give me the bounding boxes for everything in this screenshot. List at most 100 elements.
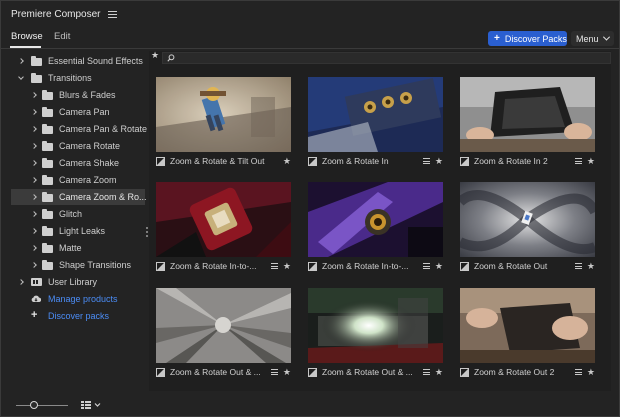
chevron-right-icon[interactable] <box>18 279 24 285</box>
favorites-filter-star-icon[interactable]: ★ <box>151 50 159 61</box>
transition-card[interactable]: Zoom & Rotate In-to-... ★ <box>156 182 291 275</box>
card-caption: Zoom & Rotate Out & ... ★ <box>308 365 443 379</box>
favorite-star-icon[interactable]: ★ <box>435 156 443 167</box>
tree-item-camera-shake[interactable]: Camera Shake <box>11 155 145 171</box>
chevron-right-icon[interactable] <box>31 262 37 268</box>
list-icon[interactable] <box>574 369 582 375</box>
menu-dropdown[interactable]: Menu <box>571 31 614 46</box>
tree-item-camera-rotate[interactable]: Camera Rotate <box>11 138 145 154</box>
folder-icon <box>42 90 53 100</box>
chevron-right-icon[interactable] <box>31 126 37 132</box>
favorite-star-icon[interactable]: ★ <box>435 261 443 272</box>
panel-splitter-handle[interactable] <box>146 227 148 237</box>
tree-item-camera-pan[interactable]: Camera Pan <box>11 104 145 120</box>
card-title: Zoom & Rotate In-to-... <box>322 261 409 271</box>
thumbnail-size-slider[interactable] <box>16 405 68 406</box>
chevron-right-icon[interactable] <box>31 245 37 251</box>
card-title: Zoom & Rotate In-to-... <box>170 261 257 271</box>
tree-item-camera-zoom[interactable]: Camera Zoom <box>11 172 145 188</box>
search-row: ★ <box>149 50 611 65</box>
transition-type-icon <box>460 367 469 377</box>
list-icon[interactable] <box>574 158 582 164</box>
list-icon[interactable] <box>422 263 430 269</box>
transition-card[interactable]: Zoom & Rotate In-to-... ★ <box>308 182 443 275</box>
slider-handle[interactable] <box>30 401 39 409</box>
tree-item-light-leaks[interactable]: Light Leaks <box>11 223 145 239</box>
tree-item-blurs-fades[interactable]: Blurs & Fades <box>11 87 145 103</box>
folder-icon <box>42 141 53 151</box>
tab-browse[interactable]: Browse <box>11 31 43 42</box>
discover-packs-button[interactable]: + Discover Packs <box>488 31 567 46</box>
folder-icon <box>42 175 53 185</box>
thumbnail-image[interactable] <box>460 77 595 152</box>
favorite-star-icon[interactable]: ★ <box>435 367 443 378</box>
chevron-right-icon[interactable] <box>31 228 37 234</box>
transition-type-icon <box>156 156 165 166</box>
transition-card[interactable]: Zoom & Rotate Out ★ <box>460 182 595 275</box>
favorite-star-icon[interactable]: ★ <box>283 367 291 378</box>
transition-type-icon <box>308 156 317 166</box>
thumbnail-image[interactable] <box>308 182 443 257</box>
tree-item-camera-pan-rotate[interactable]: Camera Pan & Rotate <box>11 121 148 137</box>
tree-item-matte[interactable]: Matte <box>11 240 145 256</box>
tree-item-glitch[interactable]: Glitch <box>11 206 145 222</box>
transition-card[interactable]: Zoom & Rotate Out 2 ★ <box>460 288 595 381</box>
list-icon[interactable] <box>574 263 582 269</box>
thumbnail-image[interactable] <box>156 182 291 257</box>
transition-card[interactable]: Zoom & Rotate In ★ <box>308 77 443 170</box>
chevron-right-icon[interactable] <box>31 194 37 200</box>
chevron-right-icon[interactable] <box>31 211 37 217</box>
tree-item-transitions[interactable]: Transitions <box>11 70 145 86</box>
tree-item-camera-zoom-rotate[interactable]: Camera Zoom & Ro... <box>11 189 147 205</box>
favorite-star-icon[interactable]: ★ <box>587 261 595 272</box>
bottom-bar <box>1 393 619 416</box>
chevron-right-icon[interactable] <box>31 160 37 166</box>
thumbnail-image[interactable] <box>308 288 443 363</box>
thumbnail-image[interactable] <box>460 288 595 363</box>
chevron-down-icon <box>602 33 610 41</box>
thumbnail-image[interactable] <box>156 77 291 152</box>
thumbnail-image[interactable] <box>460 182 595 257</box>
list-icon[interactable] <box>422 158 430 164</box>
tree-item-label: Camera Pan <box>59 107 110 117</box>
tab-edit[interactable]: Edit <box>54 31 70 42</box>
card-caption: Zoom & Rotate In-to-... ★ <box>308 259 443 273</box>
tree-item-label: Glitch <box>59 209 83 219</box>
tree-item-label: Camera Pan & Rotate <box>59 124 148 134</box>
manage-products-link[interactable]: Manage products <box>11 291 145 307</box>
chevron-right-icon[interactable] <box>31 92 37 98</box>
chevron-right-icon[interactable] <box>31 143 37 149</box>
favorite-star-icon[interactable]: ★ <box>587 156 595 167</box>
transition-card[interactable]: Zoom & Rotate Out & ... ★ <box>308 288 443 381</box>
plus-icon: + <box>494 33 500 44</box>
chevron-right-icon[interactable] <box>18 58 24 64</box>
view-options-icon[interactable] <box>81 400 101 410</box>
hamburger-menu-icon[interactable] <box>108 10 118 18</box>
thumbnail-image[interactable] <box>156 288 291 363</box>
transition-card[interactable]: Zoom & Rotate In 2 ★ <box>460 77 595 170</box>
thumbnail-image[interactable] <box>308 77 443 152</box>
tree-item-label: Matte <box>59 243 82 253</box>
folder-icon <box>42 260 53 270</box>
tree-item-label: Camera Zoom & Ro... <box>59 192 147 202</box>
list-icon[interactable] <box>270 369 278 375</box>
transition-type-icon <box>156 367 165 377</box>
tree-item-shape-transitions[interactable]: Shape Transitions <box>11 257 145 273</box>
tree-item-essential-sound-effects[interactable]: Essential Sound Effects <box>11 53 145 69</box>
transition-card[interactable]: Zoom & Rotate Out & ... ★ <box>156 288 291 381</box>
favorite-star-icon[interactable]: ★ <box>587 367 595 378</box>
chevron-right-icon[interactable] <box>31 109 37 115</box>
search-input[interactable] <box>162 52 611 64</box>
transition-card[interactable]: Zoom & Rotate & Tilt Out ★ <box>156 77 291 170</box>
favorite-star-icon[interactable]: ★ <box>283 261 291 272</box>
tree-item-user-library[interactable]: User Library <box>11 274 145 290</box>
folder-icon <box>31 73 42 83</box>
discover-packs-link[interactable]: + Discover packs <box>11 308 145 324</box>
content-panel: ★ Zoom & Rotate & Tilt Out ★ Zoom & Rota… <box>149 50 611 391</box>
chevron-down-icon[interactable] <box>18 74 24 80</box>
chevron-right-icon[interactable] <box>31 177 37 183</box>
list-icon[interactable] <box>270 263 278 269</box>
tree-item-label: Camera Rotate <box>59 141 121 151</box>
favorite-star-icon[interactable]: ★ <box>283 156 291 167</box>
list-icon[interactable] <box>422 369 430 375</box>
